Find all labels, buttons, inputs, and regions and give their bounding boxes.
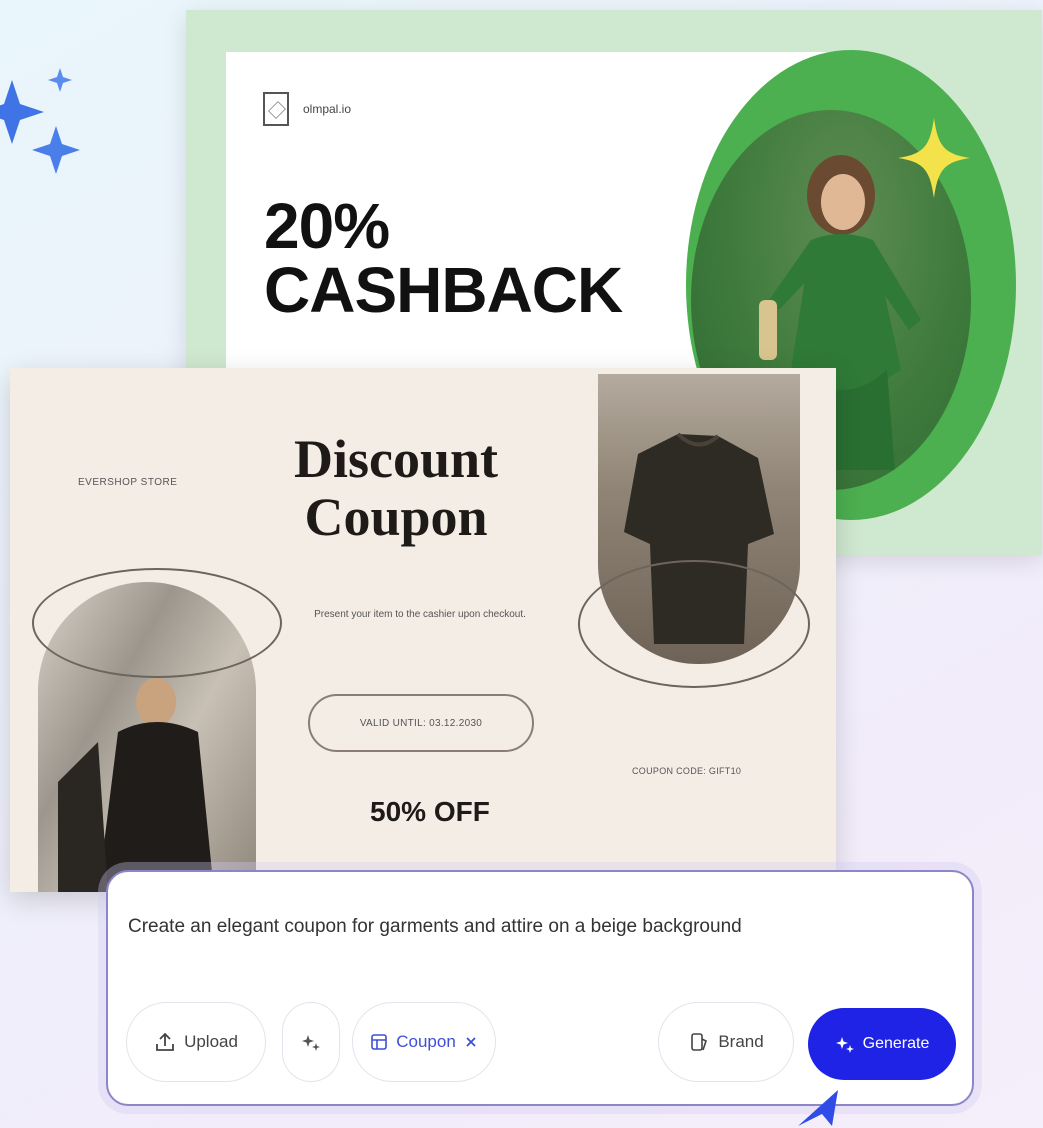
discount-coupon-card: EVERSHOP STORE Discount Coupon Present y… bbox=[10, 368, 836, 892]
coupon-offer: 50% OFF bbox=[370, 796, 490, 827]
sparkles-icon bbox=[0, 68, 80, 174]
upload-button[interactable]: Upload bbox=[126, 1002, 266, 1082]
cursor-pointer-icon bbox=[798, 1090, 838, 1126]
close-icon[interactable] bbox=[464, 1035, 478, 1049]
brand-label: Brand bbox=[718, 1032, 764, 1051]
coupon-title: Discount Coupon bbox=[293, 429, 499, 547]
cashback-headline-text: 20% CASHBACK bbox=[264, 190, 623, 326]
brand-name: olmpal.io bbox=[303, 102, 352, 116]
coupon-chip-label: Coupon bbox=[396, 1032, 456, 1051]
sparkle-icon bbox=[835, 1037, 854, 1053]
store-name: EVERSHOP STORE bbox=[78, 477, 178, 488]
template-icon bbox=[371, 1034, 388, 1050]
coupon-chip[interactable]: Coupon bbox=[352, 1002, 496, 1082]
upload-icon bbox=[156, 1032, 174, 1051]
brand-row: olmpal.io bbox=[263, 92, 351, 126]
orbit-ring-right bbox=[578, 560, 810, 688]
prompt-composer: Create an elegant coupon for garments an… bbox=[106, 870, 974, 1106]
generate-button[interactable]: Generate bbox=[808, 1008, 956, 1080]
orbit-ring-left bbox=[32, 568, 282, 678]
brand-kit-icon bbox=[691, 1033, 708, 1051]
upload-label: Upload bbox=[184, 1032, 238, 1051]
valid-until-text: VALID UNTIL: 03.12.2030 bbox=[359, 717, 483, 729]
yellow-star-icon bbox=[898, 118, 970, 198]
sparkle-icon bbox=[302, 1035, 320, 1051]
coupon-subtitle: Present your item to the cashier upon ch… bbox=[314, 609, 526, 620]
generate-label: Generate bbox=[862, 1035, 930, 1052]
brand-logo-icon bbox=[263, 92, 289, 126]
brand-button[interactable]: Brand bbox=[658, 1002, 794, 1082]
valid-until-pill: VALID UNTIL: 03.12.2030 bbox=[308, 694, 534, 752]
cashback-headline: 20% CASHBACK bbox=[264, 194, 624, 322]
prompt-input[interactable]: Create an elegant coupon for garments an… bbox=[128, 916, 742, 938]
ai-assist-button[interactable] bbox=[282, 1002, 340, 1082]
coupon-code: COUPON CODE: GIFT10 bbox=[632, 766, 742, 776]
